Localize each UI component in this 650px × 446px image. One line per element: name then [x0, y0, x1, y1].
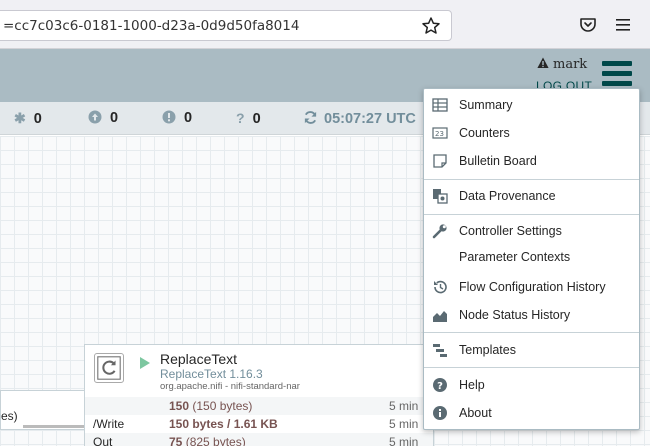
url-text: =cc7c03c6-0181-1000-d23a-0d9d50fa8014 [3, 18, 300, 34]
stat-row-read-write: /Write 150 bytes / 1.61 KB 5 min [93, 417, 419, 431]
stat-row-out: Out 75 (825 bytes) 5 min [85, 433, 433, 446]
svg-text:?: ? [437, 381, 443, 392]
provenance-icon [433, 189, 448, 204]
url-field[interactable]: =cc7c03c6-0181-1000-d23a-0d9d50fa8014 [0, 10, 452, 41]
username: mark [553, 57, 588, 72]
arrow-up-circle-icon [88, 110, 102, 124]
templates-icon [433, 344, 447, 357]
menu-separator [424, 179, 639, 180]
stat-refresh: 05:07:27 UTC [303, 110, 416, 127]
running-icon [140, 357, 150, 369]
pocket-icon[interactable] [578, 15, 598, 35]
processor-bundle: org.apache.nifi - nifi-standard-nar [160, 381, 300, 392]
current-user: mark [537, 57, 587, 72]
processor-name: ReplaceText [160, 351, 238, 367]
stat-row-in: 150 (150 bytes) 5 min [85, 397, 433, 415]
refresh-time: 05:07:27 UTC [324, 111, 416, 127]
stat-up-to-date: 0 [88, 110, 118, 126]
question-icon: ? [236, 110, 245, 126]
processor-version: ReplaceText 1.16.3 [160, 367, 263, 381]
stat-active-threads: ✱ 0 [14, 110, 42, 127]
stat-unknown: ? 0 [236, 110, 261, 127]
processor-header: ReplaceText ReplaceText 1.16.3 org.apach… [85, 345, 433, 397]
counter-icon: 23 [432, 127, 448, 139]
sticky-note-icon [433, 154, 447, 168]
table-icon [432, 98, 448, 112]
global-menu: Summary 23 Counters Bulletin Board Data … [423, 88, 640, 430]
browser-toolbar: =cc7c03c6-0181-1000-d23a-0d9d50fa8014 [0, 0, 650, 49]
svg-text:23: 23 [435, 130, 444, 138]
exclamation-circle-icon [162, 110, 176, 124]
processor-icon [94, 353, 124, 383]
menu-separator [424, 367, 639, 368]
refresh-icon[interactable] [303, 110, 318, 125]
menu-node-status-history[interactable]: Node Status History [424, 303, 639, 329]
menu-data-provenance[interactable]: Data Provenance [424, 184, 639, 210]
menu-parameter-contexts[interactable]: Parameter Contexts [424, 245, 639, 271]
warning-icon [537, 57, 549, 68]
menu-bulletin-board[interactable]: Bulletin Board [424, 149, 639, 175]
processor-replacetext[interactable]: ReplaceText ReplaceText 1.16.3 org.apach… [84, 344, 434, 446]
info-circle-icon [433, 406, 447, 420]
global-menu-icon[interactable] [602, 61, 632, 87]
bookmark-star-icon[interactable] [421, 16, 441, 36]
menu-separator [424, 214, 639, 215]
menu-separator [424, 332, 639, 333]
menu-controller-settings[interactable]: Controller Settings [424, 219, 639, 245]
menu-about[interactable]: About [424, 401, 639, 427]
browser-menu-icon[interactable] [614, 16, 632, 34]
stat-errors: 0 [162, 110, 192, 126]
queue-text: es) [1, 409, 18, 423]
menu-counters[interactable]: 23 Counters [424, 121, 639, 147]
help-circle-icon: ? [433, 378, 447, 392]
asterisk-icon: ✱ [14, 110, 26, 126]
area-chart-icon [433, 311, 447, 322]
history-icon [434, 280, 447, 294]
menu-summary[interactable]: Summary [424, 93, 639, 119]
menu-templates[interactable]: Templates [424, 338, 639, 364]
menu-flow-configuration-history[interactable]: Flow Configuration History [424, 275, 639, 301]
wrench-icon [432, 224, 447, 239]
menu-help[interactable]: ? Help [424, 373, 639, 399]
